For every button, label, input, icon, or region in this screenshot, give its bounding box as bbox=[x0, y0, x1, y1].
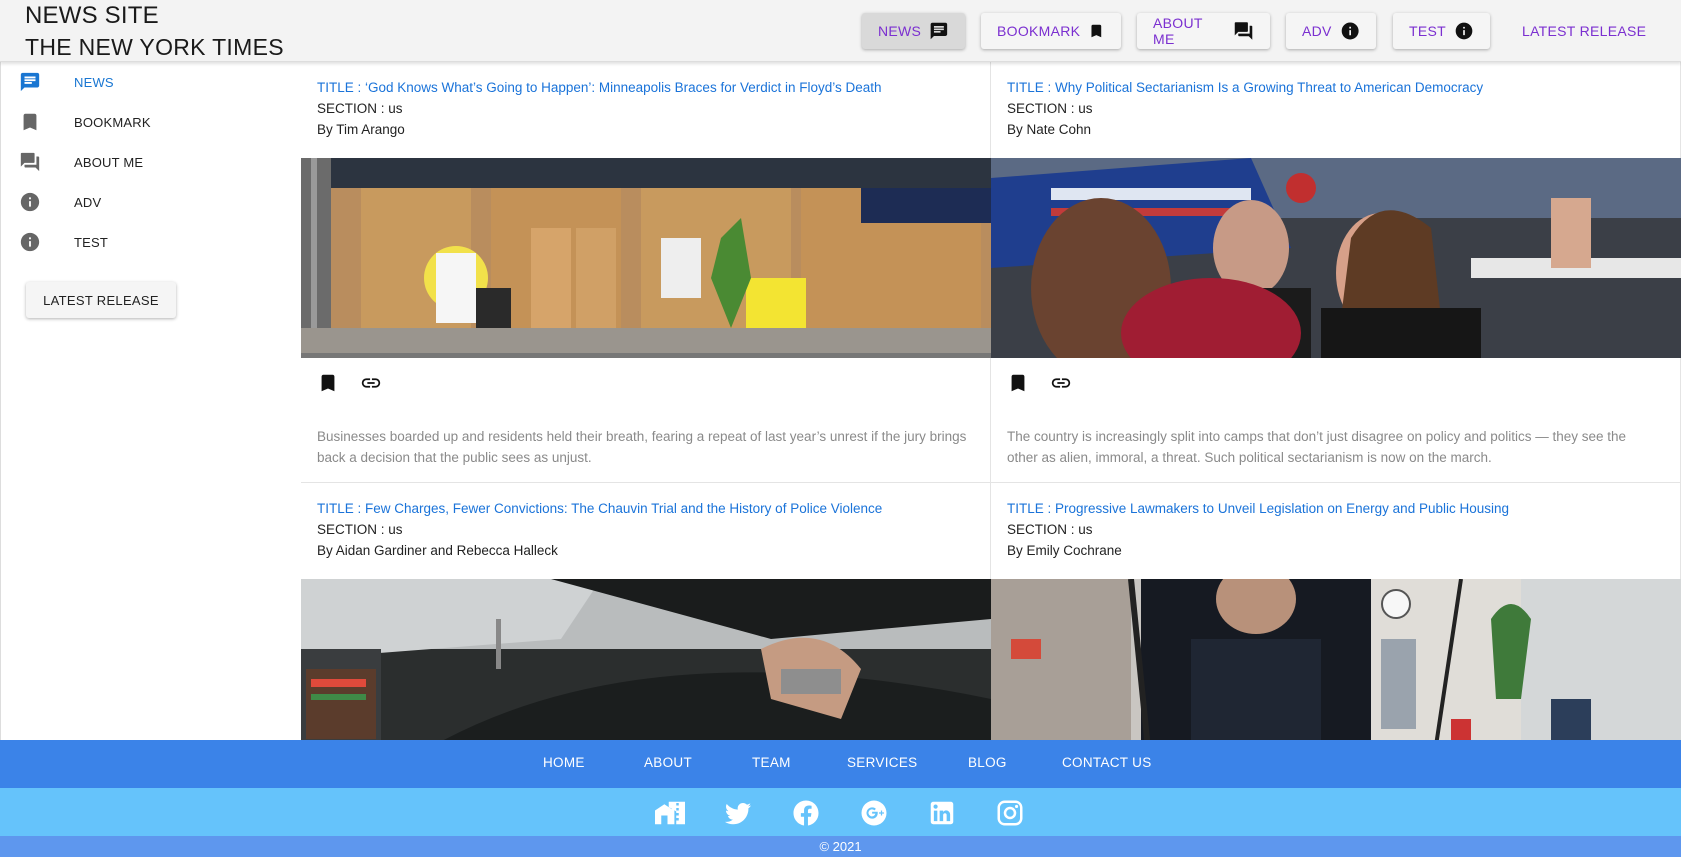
article-title-link[interactable]: TITLE : Progressive Lawmakers to Unveil … bbox=[1007, 501, 1509, 516]
nav-test-button[interactable]: TEST bbox=[1393, 13, 1490, 49]
footer-link-home[interactable]: HOME bbox=[543, 755, 585, 770]
google-plus-icon[interactable] bbox=[859, 798, 889, 828]
sidebar-item-test[interactable]: TEST bbox=[1, 222, 301, 262]
info-icon bbox=[20, 232, 40, 252]
sidebar-item-label: TEST bbox=[74, 234, 109, 250]
footer-link-services[interactable]: SERVICES bbox=[847, 755, 917, 770]
article-byline: By Tim Arango bbox=[317, 122, 405, 137]
nav-bookmark-button[interactable]: BOOKMARK bbox=[981, 13, 1121, 49]
info-icon bbox=[1341, 22, 1359, 40]
news-card: TITLE : Few Charges, Fewer Convictions: … bbox=[301, 483, 991, 740]
top-app-bar: NEWS SITE THE NEW YORK TIMES NEWS BOOKMA… bbox=[0, 0, 1681, 62]
nav-about-me-label: ABOUT ME bbox=[1153, 15, 1203, 47]
article-byline: By Emily Cochrane bbox=[1007, 543, 1122, 558]
copyright: © 2021 bbox=[0, 836, 1681, 857]
article-snippet: Businesses boarded up and residents held… bbox=[317, 429, 967, 465]
sidebar-item-about-me[interactable]: ABOUT ME bbox=[1, 142, 301, 182]
bookmark-icon bbox=[23, 113, 37, 131]
bookmark-icon bbox=[1091, 24, 1102, 38]
instagram-icon[interactable] bbox=[995, 798, 1025, 828]
forum-icon bbox=[1234, 22, 1253, 40]
news-card: TITLE : Progressive Lawmakers to Unveil … bbox=[991, 483, 1681, 740]
message-icon bbox=[20, 72, 40, 92]
nav-news-button[interactable]: NEWS bbox=[862, 13, 965, 49]
article-title-link[interactable]: TITLE : ‘God Knows What’s Going to Happe… bbox=[317, 80, 882, 95]
article-title-link[interactable]: TITLE : Few Charges, Fewer Convictions: … bbox=[317, 501, 882, 516]
sidebar-item-label: BOOKMARK bbox=[74, 114, 151, 130]
latest-release-button[interactable]: LATEST RELEASE bbox=[26, 282, 176, 318]
sidebar-item-adv[interactable]: ADV bbox=[1, 182, 301, 222]
footer-link-contact-us[interactable]: CONTACT US bbox=[1062, 755, 1152, 770]
article-section: SECTION : us bbox=[317, 101, 403, 116]
article-section: SECTION : us bbox=[1007, 522, 1093, 537]
nav-adv-label: ADV bbox=[1302, 23, 1332, 39]
news-card: TITLE : Why Political Sectarianism Is a … bbox=[991, 62, 1681, 483]
link-icon[interactable] bbox=[360, 372, 382, 394]
message-icon bbox=[930, 22, 948, 40]
app-root: NEWS SITE THE NEW YORK TIMES NEWS BOOKMA… bbox=[0, 0, 1681, 857]
site-subtitle: THE NEW YORK TIMES bbox=[25, 34, 284, 60]
article-title-link[interactable]: TITLE : Why Political Sectarianism Is a … bbox=[1007, 80, 1483, 95]
footer-link-blog[interactable]: BLOG bbox=[968, 755, 1007, 770]
article-byline: By Nate Cohn bbox=[1007, 122, 1092, 137]
news-grid: TITLE : ‘God Knows What’s Going to Happe… bbox=[301, 62, 1681, 740]
sidebar-item-label: ADV bbox=[74, 194, 102, 210]
bookmark-icon[interactable] bbox=[1007, 372, 1029, 394]
article-byline: By Aidan Gardiner and Rebecca Halleck bbox=[317, 543, 558, 558]
footer-social bbox=[0, 788, 1681, 836]
article-snippet: The country is increasingly split into c… bbox=[1007, 429, 1627, 465]
linkedin-icon[interactable] bbox=[927, 798, 957, 828]
forum-icon bbox=[20, 152, 40, 172]
nav-latest-release-label: LATEST RELEASE bbox=[1522, 23, 1647, 39]
article-section: SECTION : us bbox=[317, 522, 403, 537]
nav-bookmark-label: BOOKMARK bbox=[997, 23, 1081, 39]
article-image bbox=[301, 579, 991, 740]
article-image bbox=[991, 158, 1681, 358]
article-section: SECTION : us bbox=[1007, 101, 1093, 116]
footer-nav: HOME ABOUT TEAM SERVICES BLOG CONTACT US bbox=[0, 740, 1681, 788]
article-image bbox=[301, 158, 991, 358]
facebook-icon[interactable] bbox=[791, 798, 821, 828]
sidebar-item-news[interactable]: NEWS bbox=[1, 62, 301, 102]
nav-adv-button[interactable]: ADV bbox=[1286, 13, 1376, 49]
home-city-icon[interactable] bbox=[655, 798, 685, 828]
link-icon[interactable] bbox=[1050, 372, 1072, 394]
nav-news-label: NEWS bbox=[878, 23, 922, 39]
sidebar-item-label: ABOUT ME bbox=[74, 154, 144, 170]
nav-latest-release-button[interactable]: LATEST RELEASE bbox=[1506, 13, 1668, 49]
footer-link-team[interactable]: TEAM bbox=[752, 755, 791, 770]
site-title: NEWS SITE bbox=[25, 2, 159, 29]
news-card: TITLE : ‘God Knows What’s Going to Happe… bbox=[301, 62, 991, 483]
footer-link-about[interactable]: ABOUT bbox=[644, 755, 692, 770]
nav-about-me-button[interactable]: ABOUT ME bbox=[1137, 13, 1270, 49]
sidebar-item-label: NEWS bbox=[74, 74, 114, 90]
info-icon bbox=[20, 192, 40, 212]
sidebar-item-bookmark[interactable]: BOOKMARK bbox=[1, 102, 301, 142]
article-image bbox=[991, 579, 1681, 740]
side-drawer: NEWS BOOKMARK ABOUT ME ADV TEST LATEST R… bbox=[0, 62, 300, 740]
twitter-icon[interactable] bbox=[723, 798, 753, 828]
nav-test-label: TEST bbox=[1409, 23, 1446, 39]
bookmark-icon[interactable] bbox=[317, 372, 339, 394]
info-icon bbox=[1455, 22, 1473, 40]
